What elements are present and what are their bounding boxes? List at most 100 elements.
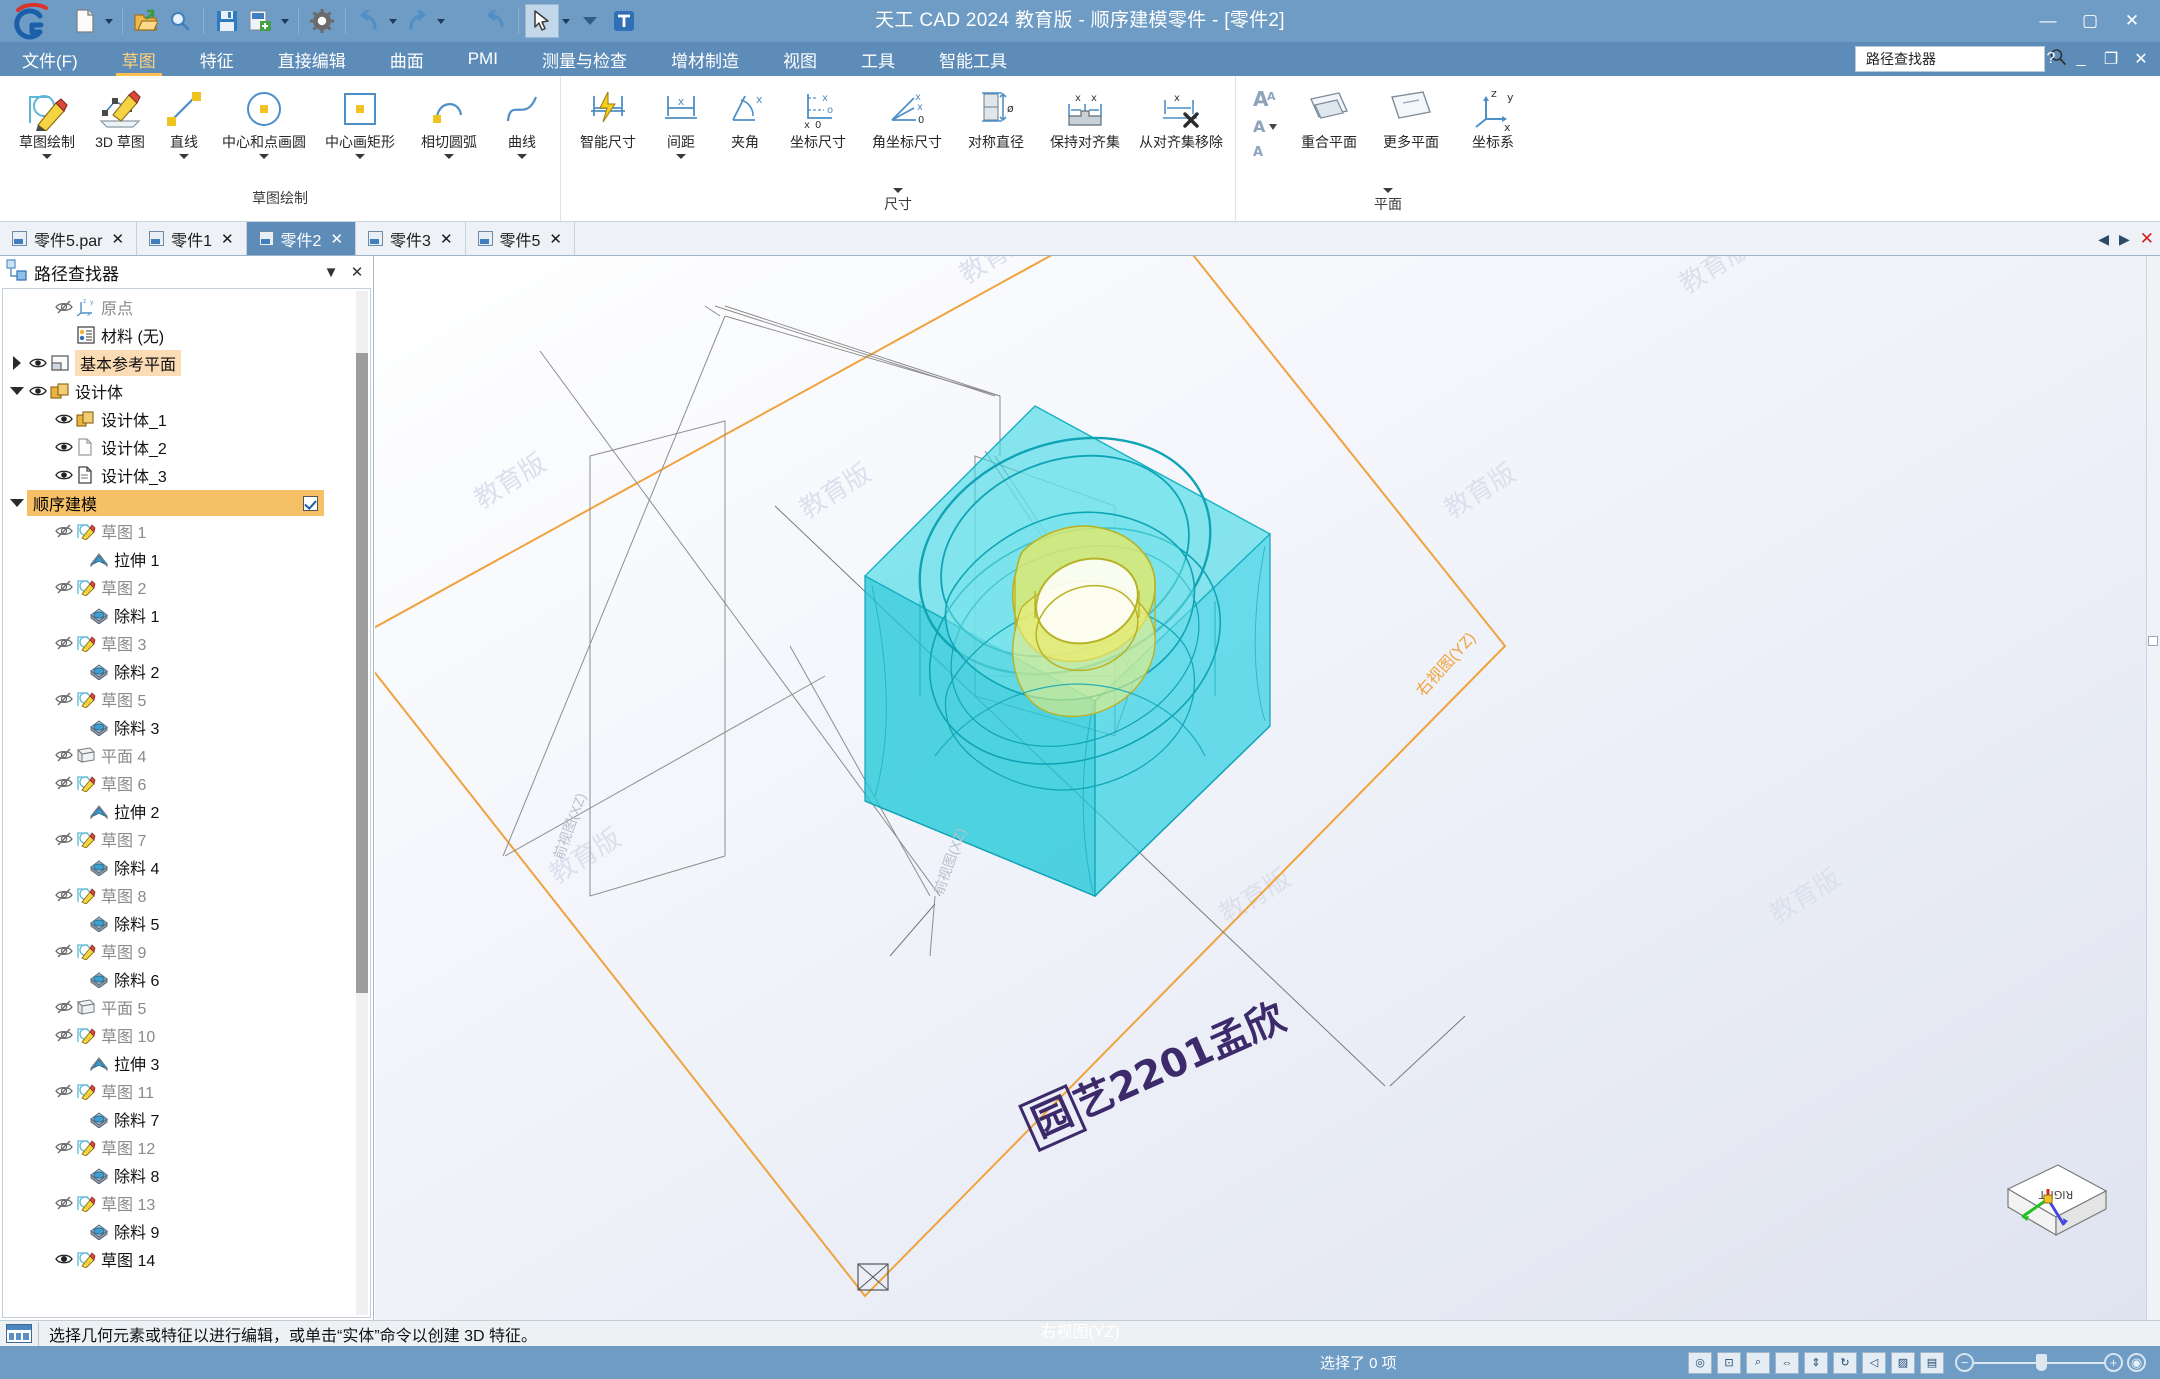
close-button[interactable]: ✕: [2112, 4, 2152, 38]
tree-item-27[interactable]: 拉伸 3: [3, 1049, 370, 1077]
menu-item-additive-manufacturing[interactable]: 增材制造: [649, 42, 761, 76]
repeat-button[interactable]: [478, 4, 512, 38]
menu-item-surface[interactable]: 曲面: [368, 42, 446, 76]
checkbox-checked-icon[interactable]: [303, 495, 318, 511]
new-document-caret-icon[interactable]: [102, 4, 116, 38]
save-as-caret-icon[interactable]: [278, 4, 292, 38]
tree-item-7[interactable]: 顺序建模: [3, 489, 370, 517]
tree-item-21[interactable]: 草图 8: [3, 881, 370, 909]
menu-item-measure-inspect[interactable]: 测量与检查: [520, 42, 649, 76]
tree-item-13[interactable]: 除料 2: [3, 657, 370, 685]
tree-item-3[interactable]: 设计体: [3, 377, 370, 405]
pathfinder-close-icon[interactable]: ✕: [347, 263, 367, 281]
ribbon-minimize-button[interactable]: _: [2070, 50, 2092, 68]
visibility-eye-icon[interactable]: [27, 384, 49, 398]
tree-item-5[interactable]: 设计体_2: [3, 433, 370, 461]
menu-item-feature[interactable]: 特征: [178, 42, 256, 76]
pathfinder-scrollbar[interactable]: [356, 291, 368, 1315]
tree-item-29[interactable]: 除料 7: [3, 1105, 370, 1133]
text-tool-button[interactable]: [607, 4, 641, 38]
undo-caret-icon[interactable]: [386, 4, 400, 38]
tree-item-10[interactable]: 草图 2: [3, 573, 370, 601]
tree-item-1[interactable]: 材料 (无): [3, 321, 370, 349]
ribbon-button-angle[interactable]: x 夹角: [713, 82, 777, 151]
zoom-handle[interactable]: [2036, 1353, 2047, 1371]
save-button[interactable]: [210, 4, 244, 38]
redo-button[interactable]: [400, 4, 434, 38]
menu-item-tools[interactable]: 工具: [839, 42, 917, 76]
tree-item-23[interactable]: 草图 9: [3, 937, 370, 965]
look-at-icon[interactable]: ◁: [1862, 1351, 1886, 1374]
ribbon-button-circle-center-point[interactable]: 中心和点画圆: [216, 82, 312, 159]
ribbon-button-rectangle-center[interactable]: 中心画矩形: [312, 82, 408, 159]
menu-item-view[interactable]: 视图: [761, 42, 839, 76]
tree-item-15[interactable]: 除料 3: [3, 713, 370, 741]
expand-collapse-chevron-right-icon[interactable]: [7, 356, 27, 370]
settings-gear-icon[interactable]: [305, 4, 339, 38]
visibility-hidden-eye-icon[interactable]: [53, 1140, 75, 1155]
ribbon-close-button[interactable]: ✕: [2130, 49, 2152, 69]
doc-tab-close-icon[interactable]: ✕: [111, 230, 124, 248]
tree-item-19[interactable]: 草图 7: [3, 825, 370, 853]
3d-viewport[interactable]: 教育版 教育版 教育版 教育版 教育版 教育版 教育版 教育版 园艺2201孟欣…: [375, 256, 2146, 1320]
ribbon-button-maintain-alignment[interactable]: x x 保持对齐集: [1037, 82, 1133, 151]
visibility-hidden-eye-icon[interactable]: [53, 636, 75, 651]
visibility-hidden-eye-icon[interactable]: [53, 944, 75, 959]
doc-tab-close-icon[interactable]: ✕: [440, 230, 453, 248]
pathfinder-menu-icon[interactable]: ▼: [321, 264, 341, 281]
zoom-in-button[interactable]: +: [2104, 1353, 2123, 1372]
tree-item-8[interactable]: 草图 1: [3, 517, 370, 545]
visibility-hidden-eye-icon[interactable]: [53, 748, 75, 763]
doc-tab-close-icon[interactable]: ✕: [221, 230, 234, 248]
expand-collapse-chevron-down-icon[interactable]: [7, 387, 27, 395]
display-mode-icon[interactable]: ▨: [1891, 1351, 1915, 1374]
visibility-hidden-eye-icon[interactable]: [53, 832, 75, 847]
sequential-modeling-bar[interactable]: 顺序建模: [27, 490, 324, 516]
menu-item-pmi[interactable]: PMI: [446, 42, 520, 76]
chevron-down-icon[interactable]: [355, 154, 365, 159]
visibility-hidden-eye-icon[interactable]: [53, 524, 75, 539]
visibility-eye-icon[interactable]: [53, 468, 75, 482]
chevron-down-icon[interactable]: [259, 154, 269, 159]
ribbon-button-curve[interactable]: 曲线: [490, 82, 554, 159]
rotate-icon[interactable]: ↻: [1833, 1351, 1857, 1374]
undo-button[interactable]: [352, 4, 386, 38]
tree-item-22[interactable]: 除料 5: [3, 909, 370, 937]
tab-next-icon[interactable]: ▶: [2119, 231, 2130, 248]
ribbon-button-smart-dimension[interactable]: 智能尺寸: [567, 82, 649, 151]
visibility-hidden-eye-icon[interactable]: [53, 1196, 75, 1211]
tree-item-14[interactable]: 草图 5: [3, 685, 370, 713]
expand-collapse-chevron-down-icon[interactable]: [7, 499, 27, 507]
view-cube[interactable]: RIGHT: [1996, 1155, 2116, 1265]
tree-item-17[interactable]: 草图 6: [3, 769, 370, 797]
tree-item-26[interactable]: 草图 10: [3, 1021, 370, 1049]
capture-icon[interactable]: ◎: [1688, 1351, 1712, 1374]
ribbon-button-remove-alignment[interactable]: x 从对齐集移除: [1133, 82, 1229, 151]
tree-item-32[interactable]: 草图 13: [3, 1189, 370, 1217]
tree-item-11[interactable]: 除料 1: [3, 601, 370, 629]
ribbon-button-sketch-draw[interactable]: 草图绘制: [6, 82, 88, 159]
ribbon-button-more-planes[interactable]: 更多平面: [1370, 82, 1452, 151]
zoom-area-icon[interactable]: ⌕: [1746, 1351, 1770, 1374]
visibility-eye-icon[interactable]: [53, 412, 75, 426]
menu-item-sketch[interactable]: 草图: [100, 42, 178, 76]
zoom-reset-button[interactable]: ◉: [2127, 1353, 2146, 1372]
tree-item-9[interactable]: 拉伸 1: [3, 545, 370, 573]
scrollbar-thumb[interactable]: [356, 353, 368, 993]
ribbon-button-coincident-plane[interactable]: 重合平面: [1288, 82, 1370, 151]
fit-window-icon[interactable]: ⊡: [1717, 1351, 1741, 1374]
visibility-hidden-eye-icon[interactable]: [53, 692, 75, 707]
menu-item-file[interactable]: 文件(F): [0, 42, 100, 76]
visibility-eye-icon[interactable]: [27, 356, 49, 370]
tab-prev-icon[interactable]: ◀: [2098, 231, 2109, 248]
tree-item-4[interactable]: 设计体_1: [3, 405, 370, 433]
pan-icon[interactable]: ⇕: [1804, 1351, 1828, 1374]
zoom-slider[interactable]: − + ◉: [1955, 1353, 2146, 1372]
more-commands-chevron-down-icon[interactable]: [573, 4, 607, 38]
doc-tab-0[interactable]: 零件5.par ✕: [0, 222, 138, 255]
doc-tab-4[interactable]: 零件5 ✕: [466, 222, 575, 255]
tree-item-12[interactable]: 草图 3: [3, 629, 370, 657]
doc-tab-1[interactable]: 零件1 ✕: [137, 222, 247, 255]
new-document-button[interactable]: [68, 4, 102, 38]
visibility-hidden-eye-icon[interactable]: [53, 580, 75, 595]
